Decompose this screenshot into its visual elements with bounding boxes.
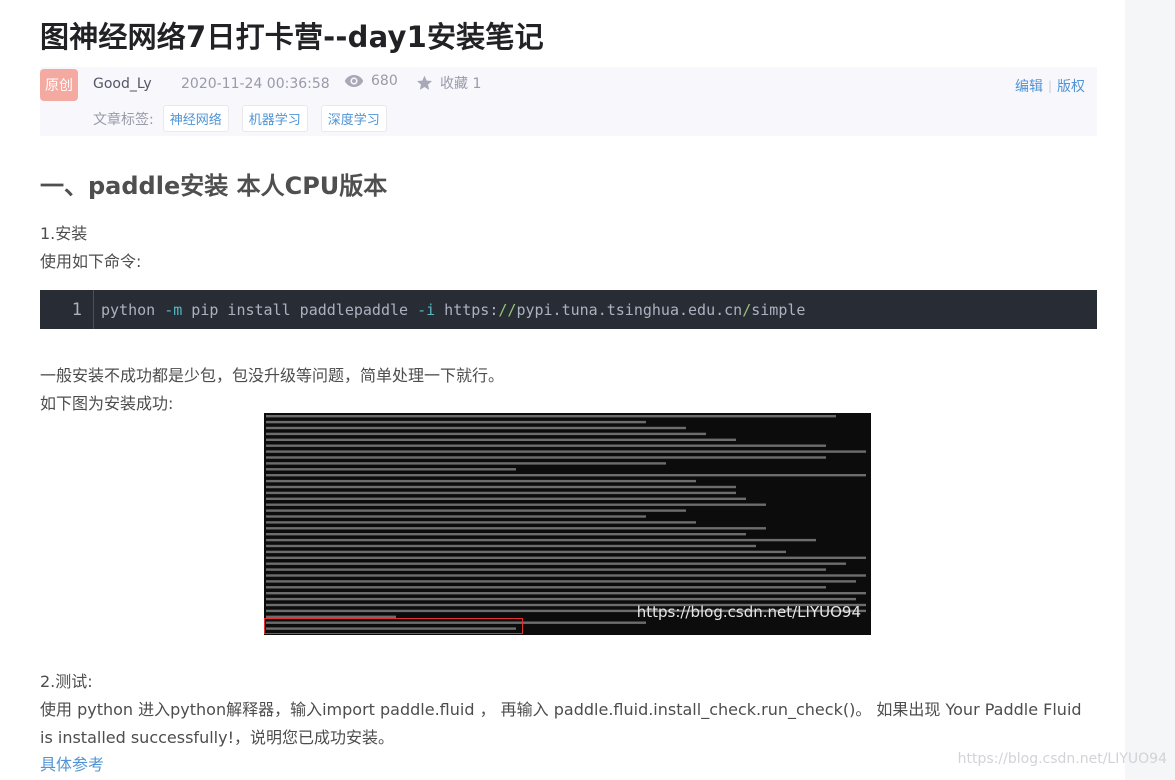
terminal-line bbox=[266, 521, 696, 524]
terminal-output bbox=[266, 415, 866, 630]
tag-neural-network[interactable]: 神经网络 bbox=[162, 105, 229, 132]
code-part: pip install paddlepaddle bbox=[182, 300, 418, 319]
terminal-line bbox=[266, 592, 866, 595]
terminal-line bbox=[266, 444, 826, 447]
terminal-line bbox=[266, 491, 736, 495]
screenshot-watermark: https://blog.csdn.net/LIYUO94 bbox=[636, 603, 861, 621]
install-label: 1.安装 bbox=[40, 224, 88, 243]
terminal-line bbox=[266, 574, 866, 577]
terminal-line bbox=[266, 538, 816, 542]
article-ops: 编辑 | 版权 bbox=[1015, 76, 1085, 96]
terminal-line bbox=[266, 562, 846, 565]
publish-time: 2020-11-24 00:36:58 bbox=[181, 76, 330, 92]
code-part: simple bbox=[751, 300, 806, 319]
terminal-line bbox=[266, 497, 746, 500]
terminal-line bbox=[266, 509, 686, 512]
terminal-line bbox=[266, 556, 866, 559]
code-part: python bbox=[101, 300, 165, 319]
terminal-line bbox=[266, 415, 836, 418]
view-count-value: 680 bbox=[371, 73, 398, 89]
terminal-line bbox=[266, 515, 646, 518]
code-part: pypi.tuna.tsinghua.edu.cn bbox=[516, 300, 743, 319]
terminal-line bbox=[266, 550, 786, 554]
terminal-line bbox=[266, 432, 706, 436]
success-highlight-box bbox=[264, 618, 523, 634]
eye-icon bbox=[344, 75, 364, 87]
code-block[interactable]: 1 python -m pip install paddlepaddle -i … bbox=[40, 290, 1097, 329]
tags-row: 文章标签: 神经网络 机器学习 深度学习 bbox=[93, 105, 400, 132]
test-instructions-line2: is installed successfully!，说明您已成功安装。 bbox=[40, 728, 394, 747]
ops-separator: | bbox=[1047, 79, 1052, 93]
tag-machine-learning[interactable]: 机器学习 bbox=[241, 105, 308, 132]
install-success-screenshot: https://blog.csdn.net/LIYUO94 bbox=[264, 413, 871, 635]
terminal-line bbox=[266, 580, 856, 583]
terminal-line bbox=[266, 462, 666, 465]
terminal-line bbox=[266, 438, 736, 441]
article-container: 图神经网络7日打卡营--day1安装笔记 原创 Good_Ly 2020-11-… bbox=[0, 0, 1125, 780]
terminal-line bbox=[266, 479, 696, 483]
command-intro: 使用如下命令: bbox=[40, 252, 142, 271]
code-part: -m bbox=[164, 300, 183, 319]
section-heading: 一、paddle安装 本人CPU版本 bbox=[40, 172, 388, 200]
original-badge: 原创 bbox=[40, 69, 78, 101]
terminal-line bbox=[266, 456, 826, 459]
install-note: 一般安装不成功都是少包，包没升级等问题，简单处理一下就行。 bbox=[40, 366, 505, 385]
terminal-line bbox=[266, 568, 826, 571]
collect-label: 收藏 1 bbox=[440, 76, 482, 92]
terminal-line bbox=[266, 450, 866, 453]
terminal-line bbox=[266, 420, 646, 424]
terminal-line bbox=[266, 527, 766, 530]
terminal-line bbox=[266, 503, 766, 506]
success-intro: 如下图为安装成功: bbox=[40, 394, 174, 413]
reference-link[interactable]: 具体参考 bbox=[40, 751, 104, 775]
terminal-line bbox=[266, 474, 866, 477]
terminal-line bbox=[266, 485, 736, 489]
line-number: 1 bbox=[40, 290, 94, 329]
tag-deep-learning[interactable]: 深度学习 bbox=[320, 105, 387, 132]
page-watermark: https://blog.csdn.net/LIYUO94 bbox=[957, 751, 1167, 767]
terminal-line bbox=[266, 468, 516, 471]
terminal-line bbox=[266, 597, 856, 601]
code-part: / bbox=[742, 300, 752, 319]
terminal-line bbox=[266, 544, 756, 548]
edit-link[interactable]: 编辑 bbox=[1015, 76, 1043, 96]
test-instructions-line1: 使用 python 进入python解释器，输入import paddle.fl… bbox=[40, 700, 1082, 719]
article-meta: 原创 Good_Ly 2020-11-24 00:36:58 680 收藏 1 … bbox=[40, 67, 1097, 136]
tags-label: 文章标签: bbox=[93, 111, 154, 128]
copyright-link[interactable]: 版权 bbox=[1057, 76, 1085, 96]
terminal-line bbox=[266, 586, 826, 589]
terminal-line bbox=[266, 533, 746, 536]
code-line[interactable]: python -m pip install paddlepaddle -i ht… bbox=[94, 301, 805, 319]
terminal-line bbox=[266, 426, 686, 430]
code-part: // bbox=[498, 300, 517, 319]
test-label: 2.测试: bbox=[40, 672, 93, 691]
code-part: -i bbox=[417, 300, 436, 319]
code-part: https: bbox=[435, 300, 499, 319]
author-link[interactable]: Good_Ly bbox=[93, 76, 152, 92]
view-count: 680 bbox=[344, 73, 398, 89]
star-icon bbox=[416, 75, 433, 90]
article-title: 图神经网络7日打卡营--day1安装笔记 bbox=[40, 20, 544, 54]
collect-button[interactable]: 收藏 1 bbox=[416, 73, 481, 93]
